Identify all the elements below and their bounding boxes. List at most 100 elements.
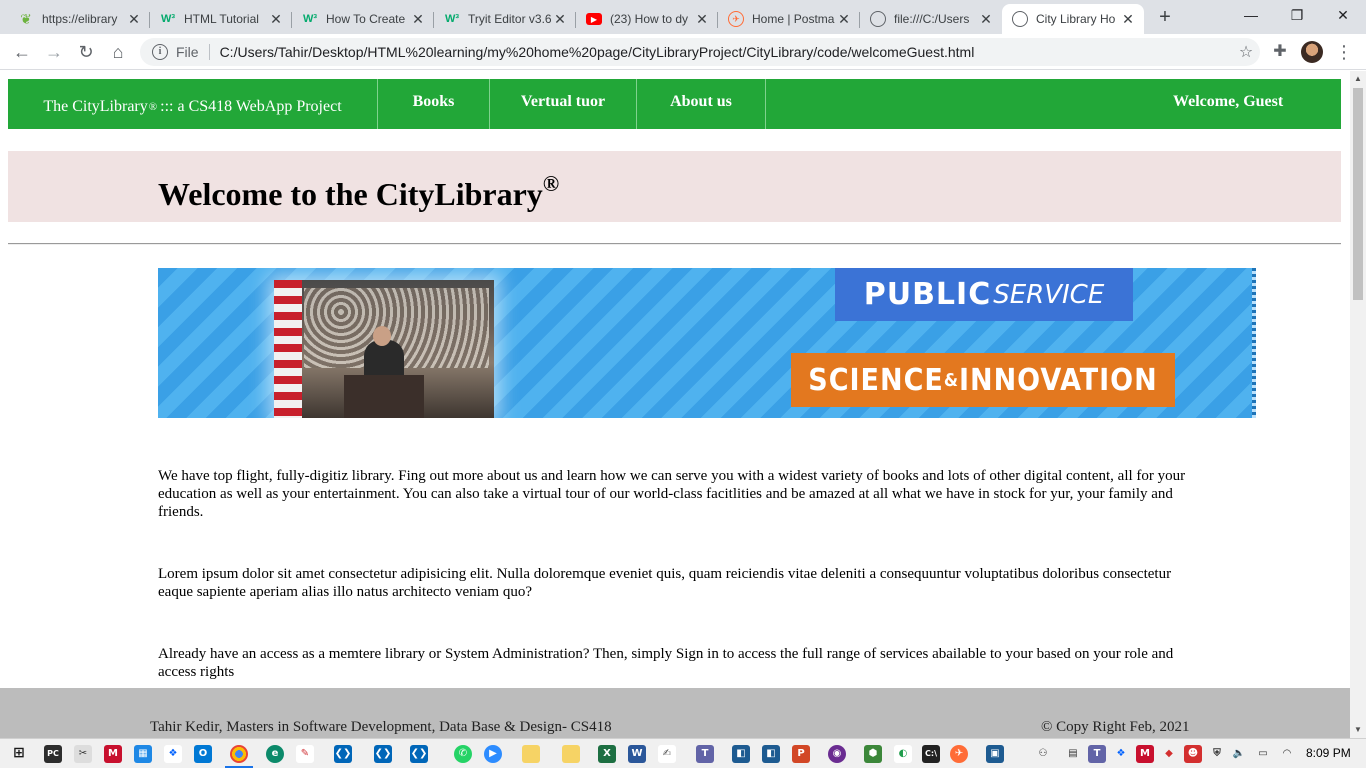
app-icon[interactable]: ◧ <box>762 745 780 763</box>
welcome-guest[interactable]: Welcome, Guest <box>1161 79 1341 129</box>
extensions-puzzle-icon[interactable]: ✚ <box>1266 38 1294 66</box>
w3schools-icon: W³ <box>444 13 460 25</box>
dropbox-tray-icon[interactable]: ❖ <box>1112 745 1130 763</box>
sticky-notes-icon[interactable] <box>562 745 580 763</box>
url-text[interactable]: C:/Users/Tahir/Desktop/HTML%20learning/m… <box>220 44 1232 60</box>
tab-title: HTML Tutorial <box>184 12 259 26</box>
back-button[interactable]: ← <box>8 38 36 66</box>
browser-tab[interactable]: file:///C:/Users ✕ <box>860 4 1002 34</box>
reload-button[interactable]: ↻ <box>72 38 100 66</box>
wifi-icon[interactable]: ◠ <box>1278 745 1296 763</box>
people-icon[interactable]: ⚇ <box>1034 745 1052 763</box>
close-icon[interactable]: ✕ <box>410 11 426 28</box>
browser-tab[interactable]: ▶ (23) How to dy ✕ <box>576 4 718 34</box>
photos-icon[interactable]: ▣ <box>986 745 1004 763</box>
windows-start-icon[interactable]: ⊞ <box>10 745 28 763</box>
browser-toolbar: ← → ↻ ⌂ i File C:/Users/Tahir/Desktop/HT… <box>0 34 1366 70</box>
info-icon[interactable]: i <box>152 44 168 60</box>
zoom-icon[interactable]: ▶ <box>484 745 502 763</box>
app-icon[interactable]: ◧ <box>732 745 750 763</box>
whatsapp-icon[interactable]: ✆ <box>454 745 472 763</box>
scroll-up-arrow-icon[interactable]: ▲ <box>1350 71 1366 87</box>
edge-icon[interactable]: e <box>266 745 284 763</box>
mcafee-tray-icon[interactable]: M <box>1136 745 1154 763</box>
nav-link-virtual-tour[interactable]: Vertual tuor <box>490 79 637 129</box>
browser-tab[interactable]: ✈ Home | Postma ✕ <box>718 4 860 34</box>
outlook-icon[interactable]: O <box>194 745 212 763</box>
page-scrollbar[interactable]: ▲ ▼ <box>1350 71 1366 738</box>
volume-icon[interactable]: 🔈 <box>1230 745 1248 763</box>
globe-icon <box>870 11 886 27</box>
people-tray-icon[interactable]: ☻ <box>1184 745 1202 763</box>
profile-avatar[interactable] <box>1301 41 1323 63</box>
snipping-tool-icon[interactable]: ✂ <box>74 745 92 763</box>
close-icon[interactable]: ✕ <box>978 11 994 28</box>
menu-kebab-icon[interactable]: ⋮ <box>1330 38 1358 66</box>
browser-tab[interactable]: W³ Tryit Editor v3.6 ✕ <box>434 4 576 34</box>
restore-button[interactable]: ❐ <box>1274 0 1320 30</box>
banner-service-text: SERVICE <box>993 279 1105 310</box>
browser-tab-active[interactable]: City Library Ho ✕ <box>1002 4 1144 34</box>
file-explorer-icon[interactable] <box>522 745 540 763</box>
browser-tab[interactable]: ❦ https://elibrary ✕ <box>8 4 150 34</box>
vscode-icon[interactable]: ❮❯ <box>374 745 392 763</box>
scrollbar-thumb[interactable] <box>1353 88 1363 300</box>
forward-button[interactable]: → <box>40 38 68 66</box>
teams-icon[interactable]: T <box>696 745 714 763</box>
close-icon[interactable]: ✕ <box>552 11 568 28</box>
word-icon[interactable]: W <box>628 745 646 763</box>
mcafee-icon[interactable]: M <box>104 745 122 763</box>
close-icon[interactable]: ✕ <box>268 11 284 28</box>
banner-public-text: PUBLIC <box>863 277 992 312</box>
powerpoint-icon[interactable]: P <box>792 745 810 763</box>
tab-title: Home | Postma <box>752 12 835 26</box>
postman-icon[interactable]: ✈ <box>950 745 968 763</box>
nav-link-books[interactable]: Books <box>378 79 490 129</box>
shield-tray-icon[interactable]: ⛨ <box>1208 745 1226 763</box>
calendar-icon[interactable]: ▦ <box>134 745 152 763</box>
windows-taskbar: ⊞ PC ✂ M ▦ ❖ O e ✎ ❮❯ ❮❯ ❮❯ ✆ ▶ X W ✍ T … <box>0 738 1366 768</box>
address-bar[interactable]: i File C:/Users/Tahir/Desktop/HTML%20lea… <box>140 38 1260 66</box>
minimize-button[interactable]: — <box>1228 0 1274 30</box>
speaker-head <box>373 326 391 346</box>
excel-icon[interactable]: X <box>598 745 616 763</box>
pc-icon[interactable]: PC <box>44 745 62 763</box>
chrome-icon[interactable] <box>230 745 248 763</box>
podium-image <box>344 375 424 418</box>
security-tray-icon[interactable]: ◆ <box>1160 745 1178 763</box>
postman-icon: ✈ <box>728 11 744 27</box>
new-tab-button[interactable]: + <box>1153 6 1177 30</box>
close-icon[interactable]: ✕ <box>1120 11 1136 28</box>
bookmark-star-icon[interactable]: ☆ <box>1232 42 1260 62</box>
site-brand[interactable]: The CityLibrary ® ::: a CS418 WebApp Proj… <box>8 79 378 129</box>
taskbar-clock[interactable]: 8:09 PM <box>1306 746 1351 760</box>
tray-icon[interactable]: ▤ <box>1064 745 1082 763</box>
browser-tab[interactable]: W³ How To Create ✕ <box>292 4 434 34</box>
vscode-icon[interactable]: ❮❯ <box>334 745 352 763</box>
nav-link-about-us[interactable]: About us <box>637 79 766 129</box>
scroll-down-arrow-icon[interactable]: ▼ <box>1350 722 1366 738</box>
close-icon[interactable]: ✕ <box>126 11 142 28</box>
public-service-banner: PUBLIC SERVICE SCIENCE & INNOVATION <box>158 268 1256 418</box>
close-icon[interactable]: ✕ <box>836 11 852 28</box>
w3schools-icon: W³ <box>302 13 318 25</box>
brand-suffix: ::: a CS418 WebApp Project <box>160 98 342 115</box>
tab-title: How To Create <box>326 12 406 26</box>
browser-tab[interactable]: W³ HTML Tutorial ✕ <box>150 4 292 34</box>
battery-icon[interactable]: ▭ <box>1254 745 1272 763</box>
paint-icon[interactable]: ✎ <box>296 745 314 763</box>
app-icon[interactable]: ◐ <box>894 745 912 763</box>
teams-tray-icon[interactable]: T <box>1088 745 1106 763</box>
footer-author: Tahir Kedir, Masters in Software Develop… <box>150 719 612 735</box>
terminal-icon[interactable]: C:\ <box>922 745 940 763</box>
close-window-button[interactable]: ✕ <box>1320 0 1366 30</box>
obs-icon[interactable]: ◉ <box>828 745 846 763</box>
close-icon[interactable]: ✕ <box>694 11 710 28</box>
notepad-icon[interactable]: ✍ <box>658 745 676 763</box>
dropbox-icon[interactable]: ❖ <box>164 745 182 763</box>
welcome-hero: Welcome to the CityLibrary® <box>8 151 1341 222</box>
home-button[interactable]: ⌂ <box>104 38 132 66</box>
vscode-icon[interactable]: ❮❯ <box>410 745 428 763</box>
nodejs-icon[interactable]: ⬢ <box>864 745 882 763</box>
